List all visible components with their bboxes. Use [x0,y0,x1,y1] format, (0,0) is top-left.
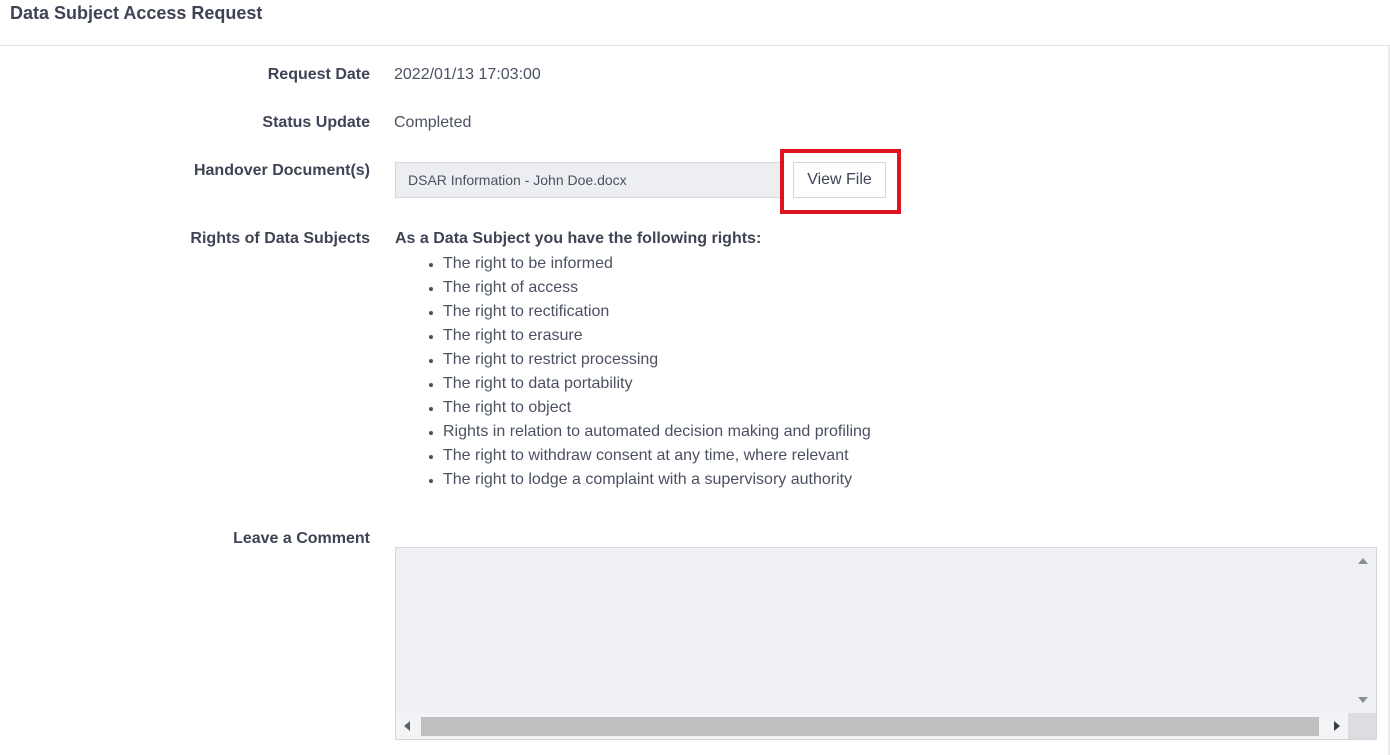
list-item: The right of access [443,276,871,300]
scrollbar-corner [1348,713,1376,739]
list-item: The right to withdraw consent at any tim… [443,444,871,468]
scroll-right-arrow-icon[interactable] [1334,721,1340,731]
request-date-value: 2022/01/13 17:03:00 [394,66,541,83]
list-item: The right to rectification [443,300,871,324]
view-file-button[interactable]: View File [793,162,886,198]
request-date-label: Request Date [267,66,370,83]
scroll-down-arrow-icon[interactable] [1358,697,1368,703]
rights-heading: As a Data Subject you have the following… [395,230,762,247]
list-item: The right to restrict processing [443,348,871,372]
horizontal-scroll-thumb[interactable] [421,717,1319,736]
scroll-left-arrow-icon[interactable] [404,721,410,731]
list-item: Rights in relation to automated decision… [443,420,871,444]
scroll-up-arrow-icon[interactable] [1358,558,1368,564]
rights-label: Rights of Data Subjects [190,230,370,247]
status-update-label: Status Update [262,114,370,131]
list-item: The right to lodge a complaint with a su… [443,468,871,492]
page-header: Data Subject Access Request [0,0,1390,46]
list-item: The right to be informed [443,252,871,276]
handover-documents-label: Handover Document(s) [193,162,370,179]
list-item: The right to data portability [443,372,871,396]
comment-vertical-scrollbar[interactable] [1348,548,1376,713]
status-update-value: Completed [394,114,472,131]
page-title: Data Subject Access Request [10,3,263,23]
comment-horizontal-scrollbar[interactable] [396,713,1348,739]
list-item: The right to object [443,396,871,420]
dsar-page: Data Subject Access Request Request Date… [0,0,1390,755]
handover-file-field: DSAR Information - John Doe.docx [395,162,781,198]
rights-list: The right to be informed The right of ac… [395,252,871,492]
comment-textarea[interactable] [395,547,1377,740]
comment-label: Leave a Comment [233,530,370,547]
list-item: The right to erasure [443,324,871,348]
